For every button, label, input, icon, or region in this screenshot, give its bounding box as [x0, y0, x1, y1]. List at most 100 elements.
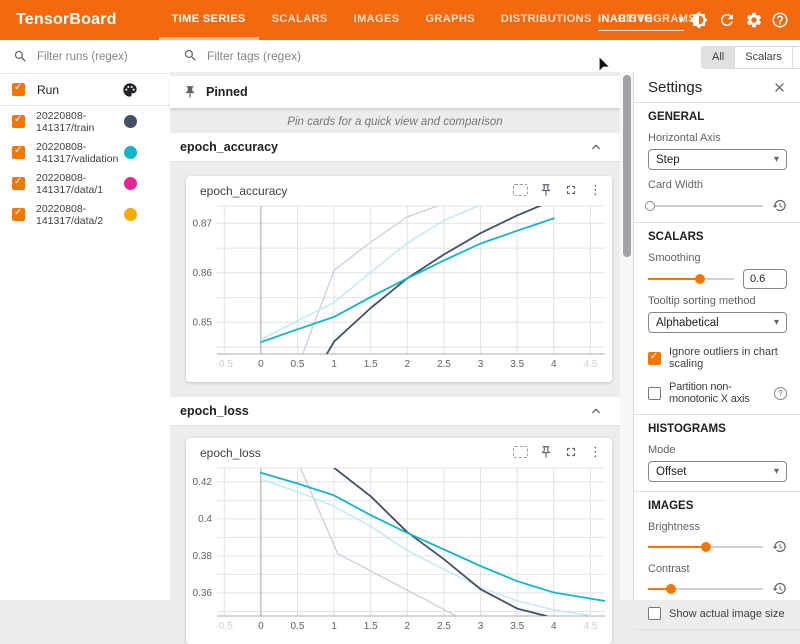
svg-text:1.5: 1.5 [364, 359, 378, 370]
section-heading: GENERAL [648, 111, 787, 123]
horizontal-axis-select[interactable]: Step ▾ [648, 149, 787, 170]
svg-text:2: 2 [405, 359, 411, 370]
section-header-epoch-accuracy[interactable]: epoch_accuracy [170, 133, 620, 162]
select-all-runs-checkbox[interactable] [12, 83, 25, 96]
runs-column-label: Run [37, 83, 59, 97]
smoothing-label: Smoothing [648, 252, 787, 264]
svg-text:0.5: 0.5 [291, 359, 305, 370]
ignore-outliers-checkbox[interactable] [648, 352, 661, 365]
chevron-up-icon[interactable] [588, 139, 604, 155]
chevron-down-icon: ▾ [774, 317, 779, 328]
show-actual-size-checkbox-row[interactable]: Show actual image size [648, 607, 787, 620]
card-width-slider[interactable] [648, 198, 763, 213]
run-row-data-1[interactable]: 20220808-141317/data/1 [0, 168, 170, 199]
histogram-mode-select[interactable]: Offset ▾ [648, 461, 787, 482]
section-heading: SCALARS [648, 231, 787, 243]
fullscreen-icon[interactable] [564, 445, 578, 459]
pin-icon[interactable] [539, 183, 553, 197]
run-color-dot[interactable] [124, 177, 137, 190]
run-label-line1: 20220808- [36, 141, 86, 153]
selected-value: Step [656, 154, 680, 166]
svg-text:0.86: 0.86 [193, 268, 213, 279]
tags-filter-input[interactable]: Filter tags (regex) [183, 48, 301, 63]
run-row-train[interactable]: 20220808-141317/train [0, 106, 170, 137]
section-header-epoch-loss[interactable]: epoch_loss [170, 397, 620, 426]
svg-text:0.38: 0.38 [193, 551, 213, 562]
palette-icon[interactable] [122, 82, 138, 98]
tooltip-sorting-select[interactable]: Alphabetical ▾ [648, 312, 787, 333]
more-options-icon[interactable]: ⋮ [589, 183, 602, 197]
svg-text:3.5: 3.5 [510, 359, 524, 370]
scrollbar-thumb[interactable] [623, 75, 631, 257]
run-row-validation[interactable]: 20220808-141317/validation [0, 137, 170, 168]
brightness-slider[interactable] [648, 539, 763, 554]
svg-text:0.42: 0.42 [193, 477, 213, 488]
pinned-hint: Pin cards for a quick view and compariso… [170, 108, 620, 135]
chevron-down-icon: ▾ [774, 466, 779, 477]
partition-x-checkbox[interactable] [648, 387, 661, 400]
reset-icon[interactable] [772, 539, 787, 554]
svg-text:3.5: 3.5 [510, 621, 524, 632]
status-dropdown[interactable]: INACTIVE ▾ [598, 8, 684, 31]
fit-domain-icon[interactable] [513, 446, 528, 458]
filter-chip-scalars[interactable]: Scalars [735, 46, 793, 69]
svg-text:1.5: 1.5 [364, 621, 378, 632]
svg-text:3: 3 [478, 621, 484, 632]
run-checkbox[interactable] [12, 115, 25, 128]
smoothing-value-input[interactable]: 0.6 [743, 269, 787, 289]
run-color-dot[interactable] [124, 146, 137, 159]
run-label-line2: 141317/data/2 [36, 215, 103, 227]
tab-distributions[interactable]: DISTRIBUTIONS [488, 0, 605, 40]
gear-icon[interactable] [745, 11, 763, 29]
run-color-dot[interactable] [124, 208, 137, 221]
pin-icon[interactable] [539, 445, 553, 459]
fit-domain-icon[interactable] [513, 184, 528, 196]
close-icon[interactable] [772, 80, 787, 95]
slider-knob[interactable] [695, 274, 705, 284]
line-chart-epoch-accuracy[interactable]: 0.850.860.87-0.500.511.522.533.544.5 [187, 202, 611, 376]
smoothing-slider[interactable] [648, 271, 734, 286]
help-icon[interactable]: ? [774, 387, 787, 400]
help-icon[interactable] [771, 11, 789, 29]
line-chart-epoch-loss[interactable]: 0.360.380.40.42-0.500.511.522.533.544.5 [187, 464, 611, 638]
slider-knob[interactable] [701, 542, 711, 552]
runs-filter-input[interactable]: Filter runs (regex) [0, 40, 170, 74]
partition-x-checkbox-row[interactable]: Partition non-monotonic X axis ? [648, 381, 787, 405]
reset-icon[interactable] [772, 198, 787, 213]
tab-time-series[interactable]: TIME SERIES [159, 0, 259, 40]
theme-brightness-icon[interactable] [690, 11, 708, 29]
filter-chip-image[interactable]: Image [793, 46, 800, 69]
tab-graphs[interactable]: GRAPHS [412, 0, 487, 40]
pinned-section-header: Pinned [170, 76, 620, 108]
status-label: INACTIVE [598, 13, 653, 25]
run-checkbox[interactable] [12, 177, 25, 190]
pinned-title: Pinned [206, 85, 248, 99]
slider-knob[interactable] [645, 201, 655, 211]
fullscreen-icon[interactable] [564, 183, 578, 197]
svg-text:1: 1 [331, 621, 337, 632]
svg-text:0.36: 0.36 [193, 588, 213, 599]
filter-chip-all[interactable]: All [701, 46, 735, 69]
contrast-slider[interactable] [648, 581, 763, 596]
show-actual-size-checkbox[interactable] [648, 607, 661, 620]
brightness-label: Brightness [648, 521, 787, 533]
checkbox-label: Show actual image size [669, 608, 785, 620]
contrast-label: Contrast [648, 563, 787, 575]
more-options-icon[interactable]: ⋮ [589, 445, 602, 459]
run-color-dot[interactable] [124, 115, 137, 128]
run-label-line1: 20220808- [36, 110, 86, 122]
run-checkbox[interactable] [12, 146, 25, 159]
run-row-data-2[interactable]: 20220808-141317/data/2 [0, 199, 170, 230]
reset-icon[interactable] [772, 581, 787, 596]
main-scrollbar[interactable] [620, 72, 633, 600]
svg-text:1: 1 [331, 359, 337, 370]
slider-knob[interactable] [666, 584, 676, 594]
run-checkbox[interactable] [12, 208, 25, 221]
tab-scalars[interactable]: SCALARS [259, 0, 341, 40]
ignore-outliers-checkbox-row[interactable]: Ignore outliers in chart scaling [648, 346, 787, 370]
refresh-icon[interactable] [718, 11, 736, 29]
svg-text:4: 4 [551, 359, 557, 370]
chevron-up-icon[interactable] [588, 403, 604, 419]
scalar-card-epoch-accuracy: epoch_accuracy ⋮ 0.850.860.87-0.500.511.… [186, 176, 612, 382]
tab-images[interactable]: IMAGES [341, 0, 413, 40]
